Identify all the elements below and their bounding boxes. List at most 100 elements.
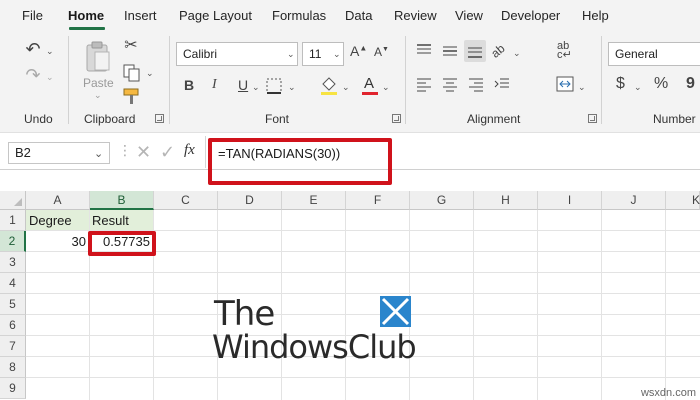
formula-divider	[205, 136, 206, 168]
percent-button[interactable]: %	[654, 76, 668, 92]
logo-text-line2: WindowsClub	[212, 328, 417, 366]
align-bottom-icon[interactable]	[464, 40, 486, 62]
decrease-font-size-icon[interactable]: A▼	[374, 46, 389, 58]
menu-page-layout[interactable]: Page Layout	[179, 8, 252, 23]
underline-button[interactable]: U	[238, 78, 248, 92]
row-header-2[interactable]: 2	[0, 231, 26, 252]
borders-icon[interactable]	[266, 78, 282, 94]
column-header-c[interactable]: C	[154, 191, 218, 210]
alignment-group-label: Alignment	[467, 112, 521, 126]
undo-chevron-icon[interactable]: ⌄	[46, 46, 54, 57]
grid-line	[26, 377, 700, 378]
alignment-launcher-icon[interactable]	[588, 114, 597, 123]
insert-function-button[interactable]: fx	[184, 142, 195, 159]
formula-bar: B2 ⌄ ⋮ ✕ ✓ fx =TAN(RADIANS(30))	[0, 132, 700, 185]
row-header-9[interactable]: 9	[0, 378, 26, 399]
paste-icon[interactable]	[84, 40, 112, 74]
align-right-icon[interactable]	[468, 78, 484, 92]
currency-button[interactable]: $	[616, 76, 625, 92]
cell-a2[interactable]: 30	[26, 231, 86, 252]
align-top-icon[interactable]	[416, 44, 432, 58]
column-header-f[interactable]: F	[346, 191, 410, 210]
redo-chevron-icon[interactable]: ⌄	[46, 72, 54, 83]
paste-chevron-icon[interactable]: ⌄	[94, 90, 102, 101]
clipboard-group-label: Clipboard	[84, 112, 136, 126]
column-header-b[interactable]: B	[90, 191, 154, 210]
align-center-icon[interactable]	[442, 78, 458, 92]
orientation-chevron-icon[interactable]: ⌄	[513, 48, 521, 59]
cell-b1[interactable]: Result	[92, 210, 129, 231]
windows-club-logo-icon	[380, 296, 411, 327]
column-header-a[interactable]: A	[26, 191, 90, 210]
format-painter-icon[interactable]	[122, 88, 142, 106]
fill-color-icon[interactable]	[320, 76, 338, 96]
underline-chevron-icon[interactable]: ⌄	[252, 82, 260, 93]
copy-chevron-icon[interactable]: ⌄	[146, 68, 154, 79]
comma-style-button[interactable]: 9	[686, 76, 695, 92]
font-name-select[interactable]: Calibri	[176, 42, 298, 66]
font-launcher-icon[interactable]	[392, 114, 401, 123]
orientation-icon[interactable]: ab	[488, 38, 513, 63]
paste-label[interactable]: Paste	[83, 76, 114, 90]
row-header-5[interactable]: 5	[0, 294, 26, 315]
merge-center-icon[interactable]	[556, 76, 574, 92]
currency-chevron-icon[interactable]: ⌄	[634, 82, 642, 93]
grid-line	[601, 210, 602, 400]
copy-icon[interactable]	[123, 64, 141, 82]
row-header-6[interactable]: 6	[0, 315, 26, 336]
cancel-icon[interactable]: ✕	[136, 143, 151, 161]
menu-bar: File Home Insert Page Layout Formulas Da…	[0, 0, 700, 32]
align-left-icon[interactable]	[416, 78, 432, 92]
column-header-k[interactable]: K	[666, 191, 700, 210]
column-header-g[interactable]: G	[410, 191, 474, 210]
menu-data[interactable]: Data	[345, 8, 372, 23]
cell-a1[interactable]: Degree	[29, 210, 72, 231]
increase-font-size-icon[interactable]: A▲	[350, 44, 367, 58]
menu-formulas[interactable]: Formulas	[272, 8, 326, 23]
row-header-1[interactable]: 1	[0, 210, 26, 231]
font-name-value: Calibri	[183, 47, 218, 61]
align-middle-icon[interactable]	[442, 44, 458, 58]
menu-file[interactable]: File	[22, 8, 43, 23]
menu-view[interactable]: View	[455, 8, 483, 23]
menu-developer[interactable]: Developer	[501, 8, 560, 23]
menu-insert[interactable]: Insert	[124, 8, 157, 23]
row-header-4[interactable]: 4	[0, 273, 26, 294]
merge-chevron-icon[interactable]: ⌄	[578, 82, 586, 93]
undo-icon[interactable]: ↶	[22, 40, 44, 60]
row-header-7[interactable]: 7	[0, 336, 26, 357]
row-header-3[interactable]: 3	[0, 252, 26, 273]
menu-home[interactable]: Home	[68, 8, 104, 23]
column-header-i[interactable]: I	[538, 191, 602, 210]
grid-line	[26, 314, 700, 315]
column-header-h[interactable]: H	[474, 191, 538, 210]
formula-highlight-box	[208, 138, 392, 185]
grid-line	[345, 210, 346, 400]
name-box-chevron-icon[interactable]: ⌄	[94, 147, 103, 160]
indent-icon[interactable]	[494, 78, 510, 92]
select-all-button[interactable]	[0, 191, 26, 210]
font-color-chevron-icon[interactable]: ⌄	[382, 82, 390, 93]
font-size-chevron-icon[interactable]: ⌄	[333, 49, 341, 60]
formula-bar-grip-icon: ⋮	[118, 142, 132, 158]
menu-review[interactable]: Review	[394, 8, 437, 23]
row-header-8[interactable]: 8	[0, 357, 26, 378]
italic-button[interactable]: I	[212, 78, 217, 92]
wrap-text-icon[interactable]: ab c↵	[557, 41, 575, 61]
borders-chevron-icon[interactable]: ⌄	[288, 82, 296, 93]
worksheet-grid[interactable]: A B C D E F G H I J K 1 2 3 4 5 6 7 8 9 …	[0, 191, 700, 400]
column-header-e[interactable]: E	[282, 191, 346, 210]
clipboard-launcher-icon[interactable]	[155, 114, 164, 123]
column-header-d[interactable]: D	[218, 191, 282, 210]
active-tab-indicator	[69, 27, 105, 30]
cut-icon[interactable]: ✂	[122, 38, 140, 54]
font-color-icon[interactable]: A	[362, 75, 378, 97]
menu-help[interactable]: Help	[582, 8, 609, 23]
redo-icon[interactable]: ↷	[22, 66, 44, 86]
enter-check-icon[interactable]: ✓	[160, 143, 175, 161]
column-header-j[interactable]: J	[602, 191, 666, 210]
bold-button[interactable]: B	[184, 78, 194, 92]
font-name-chevron-icon[interactable]: ⌄	[287, 49, 295, 60]
number-format-select[interactable]: General	[608, 42, 700, 66]
fill-color-chevron-icon[interactable]: ⌄	[342, 82, 350, 93]
